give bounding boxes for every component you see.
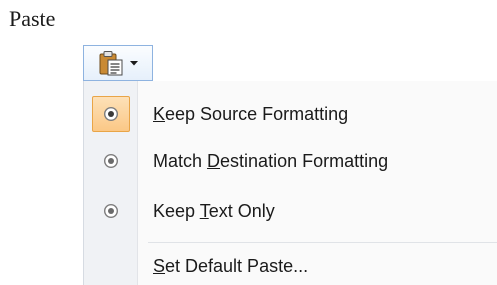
menu-item-keep-source-formatting[interactable]: Keep Source Formatting (84, 92, 497, 136)
paste-options-button[interactable] (83, 45, 153, 81)
radio-icon (92, 143, 130, 179)
menu-item-label: Match Destination Formatting (153, 151, 389, 171)
menu-item-label: Set Default Paste... (153, 256, 309, 276)
menu-separator (148, 242, 497, 243)
paste-options-menu: Keep Source Formatting Match Destination… (83, 81, 497, 285)
radio-selected-icon (92, 96, 130, 132)
clipboard-paste-icon (97, 50, 125, 76)
paste-heading: Paste (9, 6, 56, 31)
menu-item-label: Keep Text Only (153, 201, 275, 221)
radio-icon (92, 193, 130, 229)
menu-item-match-destination-formatting[interactable]: Match Destination Formatting (84, 139, 497, 183)
menu-item-label: Keep Source Formatting (153, 104, 349, 124)
dropdown-arrow-icon (129, 58, 139, 68)
menu-item-set-default-paste[interactable]: Set Default Paste... (84, 244, 497, 285)
menu-item-keep-text-only[interactable]: Keep Text Only (84, 189, 497, 233)
